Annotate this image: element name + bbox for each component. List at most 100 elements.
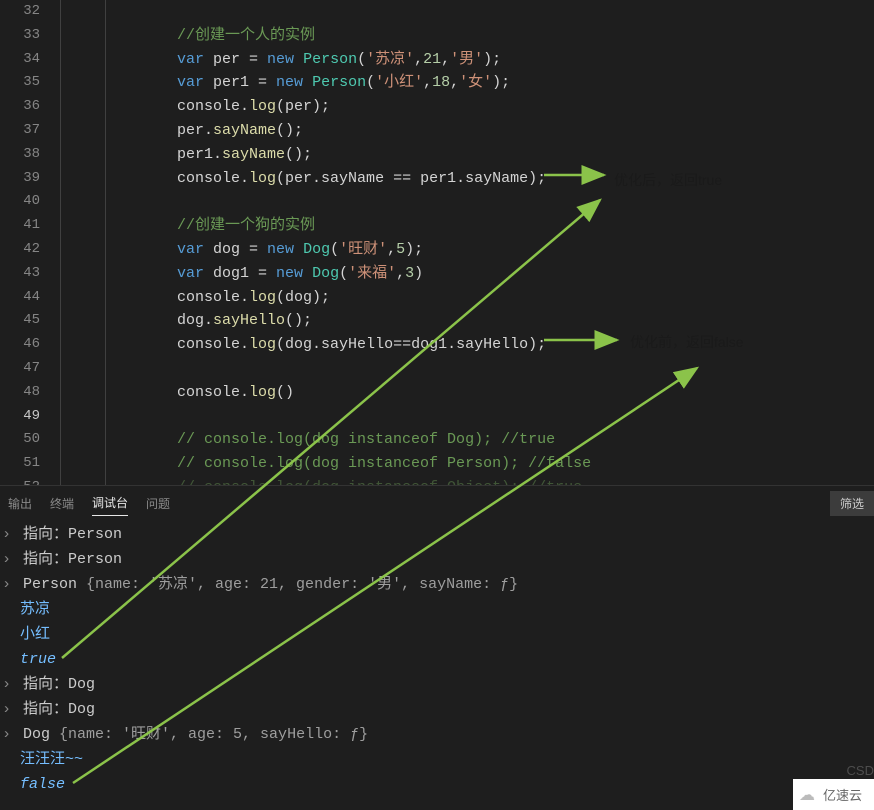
t: per1. [177, 146, 222, 163]
t: console. [177, 289, 249, 306]
p: (per.sayName == per1.sayName); [276, 170, 546, 187]
watermark-text: 亿速云 [823, 785, 862, 804]
tab-output[interactable]: 输出 [8, 491, 32, 516]
p: ); [483, 51, 501, 68]
line-number: 48 [0, 381, 40, 405]
p: ); [405, 241, 423, 258]
chevron-right-icon[interactable]: › [2, 547, 14, 572]
t: console. [177, 98, 249, 115]
code-line[interactable]: var per = new Person('苏凉',21,'男'); [50, 48, 874, 72]
debug-console[interactable]: › 指向：Person › 指向：Person › Person {name: … [0, 516, 874, 803]
cls: Dog [303, 265, 339, 282]
line-number: 44 [0, 286, 40, 310]
console-line[interactable]: true [2, 647, 872, 672]
log-text: 指向：Person [23, 526, 122, 543]
p: , [450, 74, 459, 91]
csdn-watermark: CSD [847, 763, 874, 778]
fn: log [249, 384, 276, 401]
p: , [423, 74, 432, 91]
code-line[interactable] [50, 405, 874, 429]
code-line[interactable]: per.sayName(); [50, 119, 874, 143]
fn: sayName [222, 146, 285, 163]
tab-terminal[interactable]: 终端 [50, 491, 74, 516]
code-line[interactable]: console.log(dog); [50, 286, 874, 310]
t: dog = [204, 241, 267, 258]
console-line[interactable]: › Dog {name: '旺财', age: 5, sayHello: ƒ} [2, 722, 872, 747]
annotation-before: 优化前，返回false [630, 332, 744, 352]
fn: sayName [213, 122, 276, 139]
p: ); [492, 74, 510, 91]
console-line[interactable]: › 指向：Dog [2, 697, 872, 722]
p: (per); [276, 98, 330, 115]
kw: new [267, 241, 294, 258]
line-number: 49 [0, 405, 40, 429]
code-line[interactable]: // console.log(dog instanceof Object); /… [50, 476, 874, 485]
line-number: 37 [0, 119, 40, 143]
console-line[interactable]: › Person {name: '苏凉', age: 21, gender: '… [2, 572, 872, 597]
code-line[interactable]: per1.sayName(); [50, 143, 874, 167]
code-line[interactable]: console.log(dog.sayHello==dog1.sayHello)… [50, 333, 874, 357]
comment: // console.log(dog instanceof Person); /… [177, 455, 591, 472]
kw: new [276, 265, 303, 282]
log-text: 小红 [20, 626, 50, 643]
p: , [396, 265, 405, 282]
chevron-right-icon[interactable]: › [2, 722, 14, 747]
line-number: 41 [0, 214, 40, 238]
line-number: 38 [0, 143, 40, 167]
annotation-after: 优化后，返回true [614, 170, 722, 190]
console-line[interactable]: › 指向：Person [2, 522, 872, 547]
p: (); [276, 122, 303, 139]
code-line[interactable]: dog.sayHello(); [50, 309, 874, 333]
console-line[interactable]: false [2, 772, 872, 797]
code-line[interactable]: var dog = new Dog('旺财',5); [50, 238, 874, 262]
code-editor[interactable]: 32 33 34 35 36 37 38 39 40 41 42 43 44 4… [0, 0, 874, 485]
chevron-right-icon[interactable]: › [2, 672, 14, 697]
chevron-right-icon[interactable]: › [2, 522, 14, 547]
kw: var [177, 74, 204, 91]
chevron-right-icon[interactable]: › [2, 572, 14, 597]
log-text: Person [23, 576, 86, 593]
str: '旺财' [339, 241, 387, 258]
bottom-panel: 输出 终端 调试台 问题 筛选 › 指向：Person › 指向：Person … [0, 485, 874, 810]
log-text: {name: '苏凉', age: 21, gender: '男', sayNa… [86, 576, 518, 593]
code-line[interactable]: var dog1 = new Dog('来福',3) [50, 262, 874, 286]
console-line[interactable]: › 指向：Person [2, 547, 872, 572]
code-line[interactable]: var per1 = new Person('小红',18,'女'); [50, 71, 874, 95]
console-line[interactable]: 苏凉 [2, 597, 872, 622]
tab-problems[interactable]: 问题 [146, 491, 170, 516]
code-line[interactable] [50, 357, 874, 381]
log-text: true [20, 651, 56, 668]
comment: //创建一个狗的实例 [177, 217, 315, 234]
log-text: 汪汪汪~~ [20, 751, 83, 768]
code-line[interactable]: console.log(per.sayName == per1.sayName)… [50, 167, 874, 191]
p: ( [357, 51, 366, 68]
code-line[interactable] [50, 190, 874, 214]
console-line[interactable]: › 指向：Dog [2, 672, 872, 697]
code-line[interactable]: // console.log(dog instanceof Dog); //tr… [50, 428, 874, 452]
t: console. [177, 336, 249, 353]
p: (); [285, 312, 312, 329]
line-number: 34 [0, 48, 40, 72]
str: '男' [450, 51, 483, 68]
line-number: 43 [0, 262, 40, 286]
kw: var [177, 265, 204, 282]
chevron-right-icon[interactable]: › [2, 697, 14, 722]
code-line[interactable]: // console.log(dog instanceof Person); /… [50, 452, 874, 476]
console-line[interactable]: 小红 [2, 622, 872, 647]
num: 5 [396, 241, 405, 258]
code-line[interactable]: //创建一个狗的实例 [50, 214, 874, 238]
kw: var [177, 241, 204, 258]
code-line[interactable]: console.log(per); [50, 95, 874, 119]
t: dog1 = [204, 265, 276, 282]
line-number: 39 [0, 167, 40, 191]
console-line[interactable]: 汪汪汪~~ [2, 747, 872, 772]
fn: log [249, 336, 276, 353]
filter-button[interactable]: 筛选 [830, 491, 874, 516]
p: , [387, 241, 396, 258]
code-line[interactable] [50, 0, 874, 24]
code-line[interactable]: //创建一个人的实例 [50, 24, 874, 48]
line-number: 45 [0, 309, 40, 333]
tab-debug-console[interactable]: 调试台 [92, 490, 128, 516]
code-line[interactable]: console.log() [50, 381, 874, 405]
code-content[interactable]: //创建一个人的实例 var per = new Person('苏凉',21,… [50, 0, 874, 485]
